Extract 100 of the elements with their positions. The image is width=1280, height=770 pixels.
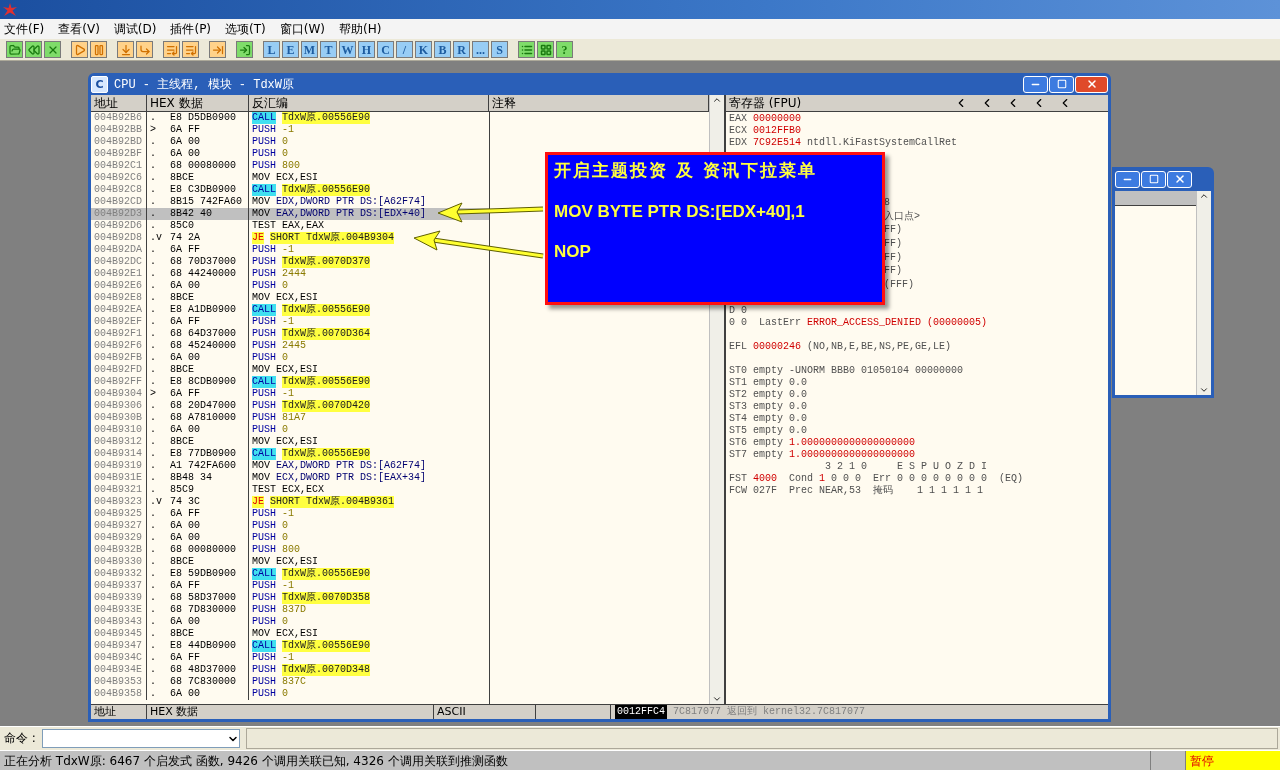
column-header[interactable]: 地址 <box>91 705 147 719</box>
disassembly-row[interactable]: 004B92DA . 6A FF PUSH -1 <box>91 244 489 256</box>
disassembly-row[interactable]: 004B9339 . 68 58D37000 PUSH TdxW原.0070D358 <box>91 592 489 604</box>
input-field[interactable] <box>245 728 1278 749</box>
disassembly-row[interactable]: 004B9310 . 6A 00 PUSH 0 <box>91 424 489 436</box>
window-button[interactable]: E <box>282 41 299 58</box>
maximize-button[interactable] <box>1049 75 1074 93</box>
menu-item[interactable]: 插件(P) <box>170 20 212 38</box>
trace-into-button[interactable] <box>163 41 180 58</box>
disassembly-row[interactable]: 004B92F6 . 68 45240000 PUSH 2445 <box>91 340 489 352</box>
disassembly-row[interactable]: 004B92BD . 6A 00 PUSH 0 <box>91 136 489 148</box>
window-button[interactable]: L <box>263 41 280 58</box>
window-button[interactable]: T <box>320 41 337 58</box>
disassembly-row[interactable]: 004B92DC . 68 70D37000 PUSH TdxW原.0070D370 <box>91 256 489 268</box>
jump-marker: . <box>150 688 157 700</box>
disassembly-row[interactable]: 004B934C . 6A FF PUSH -1 <box>91 652 489 664</box>
register-value: 1.0000000000000000000 <box>789 436 916 449</box>
open-button[interactable] <box>6 41 23 58</box>
column-header[interactable]: HEX 数据 <box>147 95 249 111</box>
disassembly-row[interactable]: 004B92BF . 6A 00 PUSH 0 <box>91 148 489 160</box>
menu-item[interactable]: 窗口(W) <box>279 20 325 38</box>
restart-button[interactable] <box>25 41 42 58</box>
disassembly-row[interactable]: 004B933E . 68 7D830000 PUSH 837D <box>91 604 489 616</box>
operand: -1 <box>282 652 295 664</box>
disassembly-row[interactable]: 004B9332 . E8 59DB0900 CALL TdxW原.00556E90 <box>91 568 489 580</box>
operand: ECX,ESI <box>276 172 319 184</box>
disassembly-row[interactable]: 004B9347 . E8 44DB0900 CALL TdxW原.00556E90 <box>91 640 489 652</box>
disassembly-row[interactable]: 004B9319 . A1 742FA600 MOV EAX,DWORD PTR DS:[A62F74] <box>91 460 489 472</box>
window-button[interactable]: B <box>434 41 451 58</box>
disassembly-row[interactable]: 004B9329 . 6A 00 PUSH 0 <box>91 532 489 544</box>
execute-till-return-button[interactable] <box>209 41 226 58</box>
disassembly-row[interactable]: 004B9337 . 6A FF PUSH -1 <box>91 580 489 592</box>
window-button[interactable]: R <box>453 41 470 58</box>
disassembly-row[interactable]: 004B934E . 68 48D37000 PUSH TdxW原.0070D348 <box>91 664 489 676</box>
disassembly-row[interactable]: 004B9325 . 6A FF PUSH -1 <box>91 508 489 520</box>
operand: ECX,ESI <box>276 292 319 304</box>
menu-item[interactable]: 调试(D) <box>113 20 157 38</box>
disassembly-row[interactable]: 004B92BB > 6A FF PUSH -1 <box>91 124 489 136</box>
disassembly-row[interactable]: 004B9306 . 68 20D47000 PUSH TdxW原.0070D420 <box>91 400 489 412</box>
menu-item[interactable]: 选项(T) <box>225 20 266 38</box>
disassembly-row[interactable]: 004B92F1 . 68 64D37000 PUSH TdxW原.0070D364 <box>91 328 489 340</box>
menu-item[interactable]: 查看(V) <box>58 20 100 38</box>
disassembly-row[interactable]: 004B9321 . 85C9 TEST ECX,ECX <box>91 484 489 496</box>
disassembly-row[interactable]: 004B92C1 . 68 00080000 PUSH 800 <box>91 160 489 172</box>
disassembly-row[interactable]: 004B92E8 . 8BCE MOV ECX,ESI <box>91 292 489 304</box>
register-text: 3 2 1 0 E S P U O Z D I <box>825 460 988 473</box>
menu-item[interactable]: 帮助(H) <box>339 20 382 38</box>
window-button[interactable]: H <box>358 41 375 58</box>
list-button[interactable] <box>518 41 535 58</box>
window-button[interactable]: ... <box>472 41 489 58</box>
window-button[interactable]: K <box>415 41 432 58</box>
menu-item[interactable]: 文件(F) <box>4 20 45 38</box>
disassembly-row[interactable]: 004B92D3 . 8B42 40 MOV EAX,DWORD PTR DS:[EDX+40] <box>91 208 489 220</box>
step-into-button[interactable] <box>117 41 134 58</box>
disassembly-row[interactable]: 004B92D8 .v 74 2A JE SHORT TdxW原.004B9304 <box>91 232 489 244</box>
goto-button[interactable] <box>236 41 253 58</box>
disassembly-row[interactable]: 004B9330 . 8BCE MOV ECX,ESI <box>91 556 489 568</box>
minimize-button[interactable] <box>1023 75 1048 93</box>
disassembly-row[interactable]: 004B9358 . 6A 00 PUSH 0 <box>91 688 489 700</box>
disassembly-row[interactable]: 004B930B . 68 A7810000 PUSH 81A7 <box>91 412 489 424</box>
disassembly-row[interactable]: 004B92FF . E8 8CDB0900 CALL TdxW原.00556E90 <box>91 376 489 388</box>
disassembly-row[interactable]: 004B932B . 68 00080000 PUSH 800 <box>91 544 489 556</box>
run-button[interactable] <box>71 41 88 58</box>
minimize-button[interactable] <box>1115 170 1140 188</box>
pause-button[interactable] <box>90 41 107 58</box>
disassembly-row[interactable]: 004B92B6 . E8 D5DB0900 CALL TdxW原.00556E90 <box>91 112 489 124</box>
disassembly-row[interactable]: 004B92E6 . 6A 00 PUSH 0 <box>91 280 489 292</box>
disassembly-row[interactable]: 004B92C6 . 8BCE MOV ECX,ESI <box>91 172 489 184</box>
close-button[interactable] <box>44 41 61 58</box>
window-button[interactable]: S <box>491 41 508 58</box>
maximize-button[interactable] <box>1141 170 1166 188</box>
disassembly-row[interactable]: 004B92FD . 8BCE MOV ECX,ESI <box>91 364 489 376</box>
command-combo[interactable] <box>41 729 240 748</box>
disassembly-row[interactable]: 004B9314 . E8 77DB0900 CALL TdxW原.00556E90 <box>91 448 489 460</box>
trace-over-button[interactable] <box>182 41 199 58</box>
disassembly-row[interactable]: 004B92C8 . E8 C3DB0900 CALL TdxW原.00556E90 <box>91 184 489 196</box>
disassembly-row[interactable]: 004B9304 > 6A FF PUSH -1 <box>91 388 489 400</box>
colors-button[interactable] <box>537 41 554 58</box>
disassembly-row[interactable]: 004B9345 . 8BCE MOV ECX,ESI <box>91 628 489 640</box>
window-button[interactable]: / <box>396 41 413 58</box>
disassembly-row[interactable]: 004B931E . 8B48 34 MOV ECX,DWORD PTR DS:[EAX+34] <box>91 472 489 484</box>
disassembly-row[interactable]: 004B92EA . E8 A1DB0900 CALL TdxW原.00556E90 <box>91 304 489 316</box>
column-header[interactable]: 地址 <box>91 95 147 111</box>
window-button[interactable]: C <box>377 41 394 58</box>
column-header[interactable]: HEX 数据 <box>147 705 434 719</box>
scrollbar[interactable] <box>1196 191 1211 395</box>
disassembly-row[interactable]: 004B92FB . 6A 00 PUSH 0 <box>91 352 489 364</box>
window-button[interactable]: M <box>301 41 318 58</box>
window-button[interactable]: W <box>339 41 356 58</box>
disassembly-row[interactable]: 004B92EF . 6A FF PUSH -1 <box>91 316 489 328</box>
disassembly-row[interactable]: 004B92E1 . 68 44240000 PUSH 2444 <box>91 268 489 280</box>
disassembly-row[interactable]: 004B9343 . 6A 00 PUSH 0 <box>91 616 489 628</box>
disassembly-row[interactable]: 004B9327 . 6A 00 PUSH 0 <box>91 520 489 532</box>
disassembly-row[interactable]: 004B9353 . 68 7C830000 PUSH 837C <box>91 676 489 688</box>
disassembly-row[interactable]: 004B9323 .v 74 3C JE SHORT TdxW原.004B9361 <box>91 496 489 508</box>
disassembly-row[interactable]: 004B92D6 . 85C0 TEST EAX,EAX <box>91 220 489 232</box>
step-over-button[interactable] <box>136 41 153 58</box>
column-header[interactable]: 反汇编 <box>249 95 489 111</box>
column-header[interactable]: ASCII <box>434 705 536 719</box>
disassembly-row[interactable]: 004B9312 . 8BCE MOV ECX,ESI <box>91 436 489 448</box>
